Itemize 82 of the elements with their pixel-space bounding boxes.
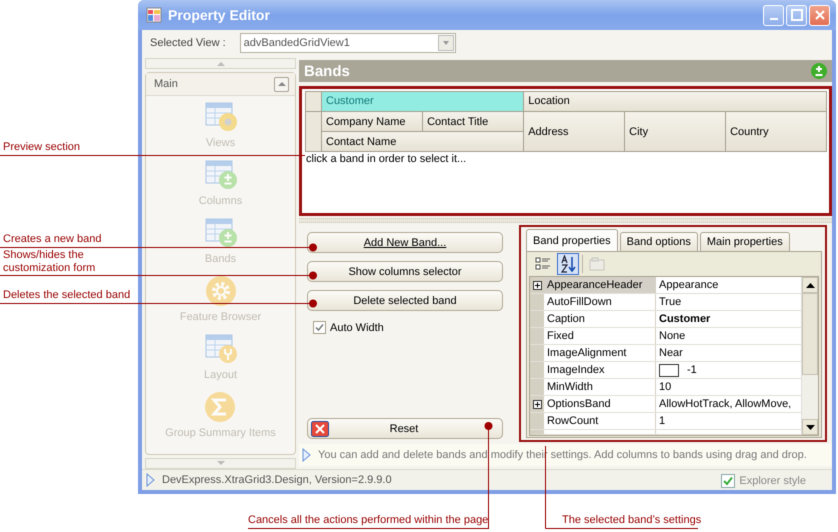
property-value[interactable]: Near xyxy=(659,347,683,359)
group-title: Main xyxy=(154,78,178,90)
down-arrow-icon xyxy=(806,424,814,430)
version-text: DevExpress.XtraGrid3.Design, Version=2.9.9.0 xyxy=(162,474,393,486)
scroll-up-button[interactable] xyxy=(145,58,296,69)
up-arrow-icon xyxy=(216,61,224,66)
action-button[interactable]: Show columns selector xyxy=(307,261,503,282)
property-value[interactable]: True xyxy=(659,296,682,308)
column-header[interactable]: Contact Title xyxy=(423,112,524,131)
window-title: Property Editor xyxy=(168,7,271,23)
property-value[interactable]: Appearance xyxy=(659,279,718,291)
minimize-button[interactable] xyxy=(763,4,784,26)
table-plus-icon[interactable] xyxy=(204,216,238,250)
maximize-button[interactable] xyxy=(786,4,807,26)
selected-view-label: Selected View : xyxy=(150,37,226,49)
action-button[interactable]: Add New Band... xyxy=(307,232,503,253)
property-value[interactable]: AllowHotTrack, AllowMove, xyxy=(659,398,792,410)
tab[interactable]: Band options xyxy=(620,232,698,251)
property-name[interactable]: AppearanceHeader xyxy=(544,277,656,293)
property-name[interactable]: ImageIndex xyxy=(544,362,656,378)
maximize-icon xyxy=(790,9,802,21)
down-arrow-icon xyxy=(216,461,224,466)
checkbox-icon xyxy=(313,321,326,334)
play-icon xyxy=(146,473,155,487)
annotation: Deletes the selected band xyxy=(3,289,130,302)
auto-width-checkbox[interactable]: Auto Width xyxy=(307,321,503,334)
categorized-icon xyxy=(535,256,551,272)
annotation: Preview section xyxy=(3,141,80,154)
reset-button[interactable]: Reset xyxy=(307,418,503,439)
annotation: Shows/hides the customization form xyxy=(3,249,96,275)
column-header[interactable]: City xyxy=(625,112,726,151)
annotation: Cancels all the actions performed within the page xyxy=(248,514,488,527)
column-header[interactable]: Contact Name xyxy=(322,132,524,151)
property-value[interactable]: -1 xyxy=(687,364,697,376)
annotation: The selected band’s settings xyxy=(562,514,702,527)
property-name[interactable]: Fixed xyxy=(544,328,656,344)
property-name[interactable]: MinWidth xyxy=(544,379,656,395)
expand-icon[interactable] xyxy=(532,400,542,408)
band-header[interactable]: Location xyxy=(524,92,826,112)
app-icon xyxy=(146,7,162,23)
minimize-icon xyxy=(770,18,778,20)
property-value[interactable]: Customer xyxy=(659,313,710,325)
sort-icon xyxy=(560,255,576,273)
property-value[interactable]: None xyxy=(659,330,686,342)
annotation: Creates a new band xyxy=(3,233,102,246)
scroll-down-button[interactable] xyxy=(145,458,296,469)
play-icon xyxy=(302,448,311,462)
cancel-icon xyxy=(311,420,329,436)
tab[interactable]: Band properties xyxy=(526,229,618,251)
close-button[interactable] xyxy=(809,4,830,26)
property-value[interactable]: 1 xyxy=(659,415,666,427)
property-name[interactable]: Caption xyxy=(544,311,656,327)
collapse-button[interactable] xyxy=(274,76,289,92)
column-header[interactable]: Country xyxy=(726,112,826,151)
close-icon xyxy=(814,9,826,21)
column-header[interactable]: Company Name xyxy=(322,112,424,131)
checkbox-icon xyxy=(721,474,736,488)
band-header[interactable]: Customer xyxy=(322,92,524,112)
splitter[interactable] xyxy=(299,218,832,223)
sort-button[interactable] xyxy=(557,253,579,275)
table-disc-icon[interactable] xyxy=(204,100,238,134)
tab[interactable]: Main properties xyxy=(700,232,790,251)
property-name[interactable]: OptionsBand xyxy=(544,396,656,412)
property-name[interactable]: AutoFillDown xyxy=(544,294,656,310)
up-arrow-icon xyxy=(806,282,814,288)
image-preview xyxy=(659,364,679,376)
gear-icon[interactable] xyxy=(204,274,238,308)
table-wrench-icon[interactable] xyxy=(204,332,238,366)
sigma-icon[interactable] xyxy=(203,390,238,424)
property-pages-icon xyxy=(589,257,605,271)
column-header[interactable]: Address xyxy=(524,112,626,151)
action-button[interactable]: Delete selected band xyxy=(307,290,503,311)
preview-message: click a band in order to select it... xyxy=(305,152,468,165)
up-arrow-icon xyxy=(278,81,286,87)
add-icon[interactable] xyxy=(810,62,828,80)
property-name[interactable]: RowCount xyxy=(544,413,656,429)
expand-icon[interactable] xyxy=(532,280,542,290)
page-title: Bands xyxy=(304,62,350,80)
property-value[interactable]: 10 xyxy=(659,381,672,393)
view-dropdown[interactable]: advBandedGridView1 xyxy=(240,33,456,53)
scrollbar[interactable] xyxy=(801,277,818,435)
property-name[interactable]: ImageAlignment xyxy=(544,345,656,361)
